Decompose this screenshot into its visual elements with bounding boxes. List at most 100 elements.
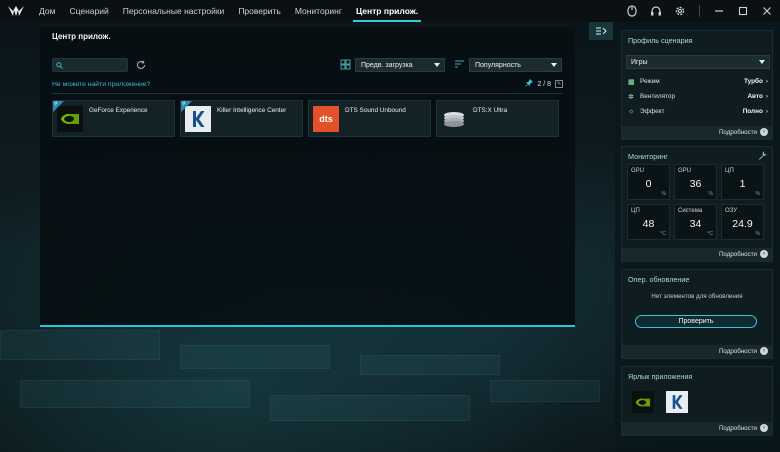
monitor-unit: % [755, 191, 760, 197]
profile-row-value: Полно [742, 108, 763, 115]
pin-icon[interactable] [525, 78, 534, 89]
monitor-unit: % [708, 191, 713, 197]
close-icon[interactable] [760, 4, 774, 18]
refresh-icon[interactable] [134, 58, 148, 72]
arrow-right-icon: › [760, 424, 768, 432]
sort-dropdown[interactable]: Популярность [469, 58, 562, 72]
profile-dropdown[interactable]: Игры [626, 55, 770, 69]
arrow-right-icon: › [760, 128, 768, 136]
check-updates-button[interactable]: Проверить [635, 315, 757, 328]
nav-check[interactable]: Проверить [231, 0, 288, 22]
chevron-right-icon: › [765, 108, 768, 115]
filter-dropdown-value: Предв. загрузка [361, 61, 413, 69]
nav-app-center[interactable]: Центр прилож. [349, 0, 425, 22]
pin-icon: ⚲ [54, 101, 58, 107]
app-tile-dtsx-ultra[interactable]: DTS:X Ultra [436, 100, 559, 137]
grid-filter-icon [340, 59, 352, 71]
monitor-label: GPU [678, 168, 692, 174]
profile-row-value: Авто [747, 93, 763, 100]
page-title: Центр прилож. [52, 32, 111, 41]
search-input[interactable] [66, 61, 126, 69]
window-controls [625, 0, 774, 22]
app-tile-dts-sound[interactable]: dts DTS Sound Unbound [308, 100, 431, 137]
nav-monitoring[interactable]: Мониторинг [288, 0, 349, 22]
divider [52, 93, 563, 94]
chevron-down-icon [551, 63, 557, 67]
monitor-value: 36 [689, 178, 702, 190]
app-tile-name: DTS Sound Unbound [345, 107, 406, 114]
svg-text:dts: dts [319, 114, 333, 124]
nav-personal-settings[interactable]: Персональные настройки [116, 0, 232, 22]
collapse-panel-icon[interactable] [589, 22, 613, 40]
details-label: Подробности [718, 424, 757, 432]
arrow-right-icon: › [760, 250, 768, 258]
nav-home[interactable]: Дом [32, 0, 62, 22]
arrow-right-icon: › [760, 347, 768, 355]
monitor-cell-gpu-usage: GPU 0 % [627, 164, 670, 200]
cant-find-app-link[interactable]: Не можете найти приложение? [52, 81, 150, 88]
minimize-icon[interactable] [712, 4, 726, 18]
monitor-cell-cpu-temp: ЦП 48 °C [627, 204, 670, 240]
background-panel [490, 380, 600, 402]
mouse-icon[interactable] [625, 4, 639, 18]
monitor-label: ЦП [631, 208, 640, 214]
pager-count: 2 / 8 [537, 80, 551, 88]
top-bar: Дом Сценарий Персональные настройки Пров… [0, 0, 780, 22]
profile-row-effect[interactable]: ☼ Эффект Полно › [628, 106, 768, 117]
card-title: Ярлык приложения [628, 372, 693, 381]
monitor-unit: % [661, 191, 666, 197]
details-link[interactable]: Подробности › [719, 424, 768, 432]
monitor-value: 48 [642, 218, 655, 230]
profile-row-mode[interactable]: ▦ Режим Турбо › [628, 76, 768, 87]
monitor-value: 1 [739, 178, 746, 190]
monitor-unit: °C [660, 231, 666, 237]
app-list: GeForce Experience ⚲ Killer Intelligence… [52, 100, 559, 137]
monitor-value: 34 [689, 218, 702, 230]
maximize-icon[interactable] [736, 4, 750, 18]
monitor-label: GPU [631, 168, 645, 174]
monitor-value: 24.9 [732, 218, 753, 230]
update-card: Опер. обновление Нет элементов для обнов… [621, 269, 773, 359]
fan-icon: ✲ [628, 93, 634, 101]
details-link[interactable]: Подробности › [719, 250, 768, 258]
dts-icon: dts [313, 106, 339, 132]
pin-icon: ⚲ [182, 101, 186, 107]
headset-icon[interactable] [649, 4, 663, 18]
app-center-panel: Центр прилож. Предв. загрузка Популярнос… [40, 27, 575, 327]
profile-dropdown-value: Игры [631, 58, 648, 66]
details-link[interactable]: Подробности › [719, 128, 768, 136]
dtsx-icon [441, 106, 467, 132]
nvidia-icon[interactable] [632, 391, 654, 413]
app-tile-killer[interactable]: Killer Intelligence Center ⚲ [180, 100, 303, 137]
background-panel [270, 395, 470, 421]
monitor-grid: GPU 0 % GPU 36 % ЦП 1 % ЦП 48 °C Система [627, 164, 764, 240]
monitor-unit: % [755, 231, 760, 237]
background-panel [180, 345, 330, 369]
wrench-icon[interactable] [758, 151, 767, 162]
search-box[interactable] [52, 58, 128, 72]
pager-edit-icon[interactable]: ✎ [555, 80, 563, 88]
filter-dropdown[interactable]: Предв. загрузка [355, 58, 445, 72]
monitor-label: Система [678, 208, 703, 214]
details-link[interactable]: Подробности › [719, 347, 768, 355]
monitor-label: ЦП [725, 168, 734, 174]
nav-scenario[interactable]: Сценарий [62, 0, 115, 22]
app-tile-geforce[interactable]: GeForce Experience ⚲ [52, 100, 175, 137]
pager: 2 / 8 ✎ [525, 78, 563, 89]
background-panel [360, 355, 500, 375]
killer-icon[interactable] [666, 391, 688, 413]
profile-row-fan[interactable]: ✲ Вентилятор Авто › [628, 91, 768, 102]
monitor-cell-gpu-2: GPU 36 % [674, 164, 717, 200]
chevron-right-icon: › [765, 78, 768, 85]
empty-state-text: Нет элементов для обновления [651, 293, 743, 300]
background-panel [0, 330, 160, 360]
gear-icon[interactable] [673, 4, 687, 18]
monitoring-card: Мониторинг GPU 0 % GPU 36 % ЦП 1 % ЦП 48 [621, 146, 773, 262]
chevron-down-icon [759, 60, 765, 64]
details-label: Подробности [718, 128, 757, 136]
monitor-cell-ram: ОЗУ 24.9 % [721, 204, 764, 240]
card-title: Профиль сценария [628, 36, 693, 45]
profile-card: Профиль сценария Игры ▦ Режим Турбо › ✲ … [621, 30, 773, 140]
card-title: Опер. обновление [628, 275, 690, 284]
divider [699, 5, 700, 17]
